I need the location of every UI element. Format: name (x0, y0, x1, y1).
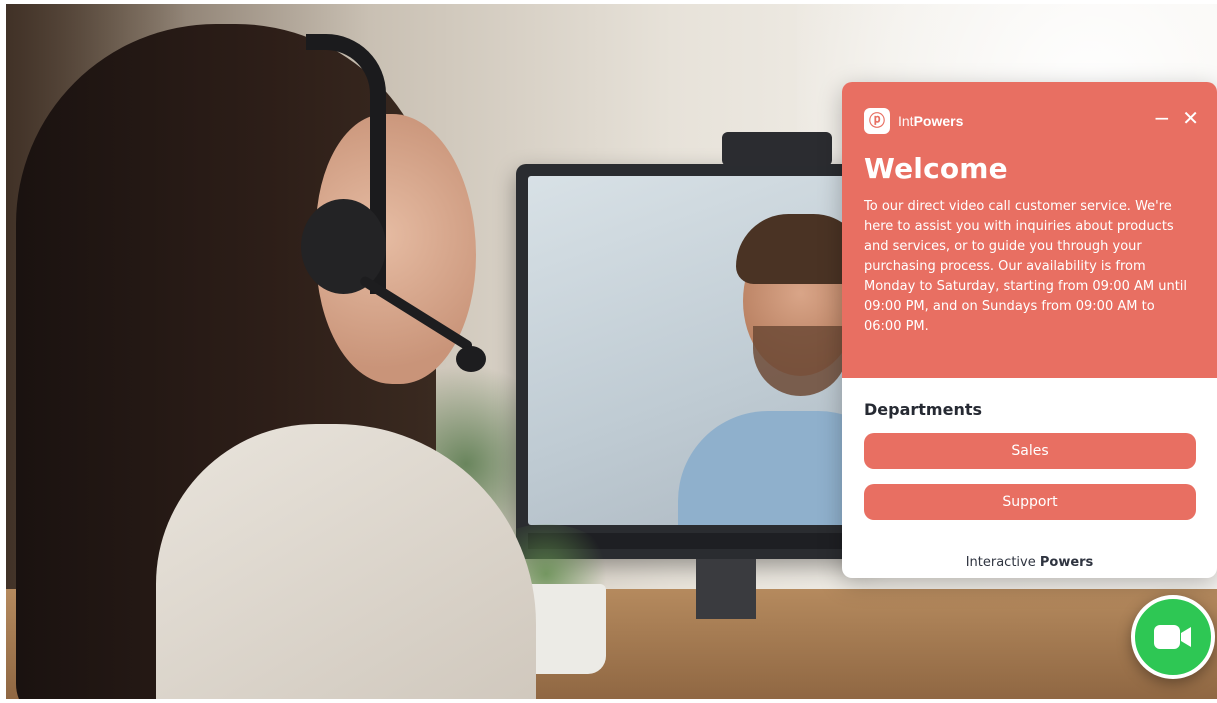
minimize-icon[interactable]: − (1153, 108, 1170, 128)
welcome-title: Welcome (864, 152, 1008, 185)
widget-body: Departments Sales Support (842, 378, 1217, 520)
man-beard (753, 326, 848, 396)
brand: ⓟ IntPowers (864, 106, 1196, 136)
video-camera-icon (1154, 625, 1191, 649)
headset-mic (456, 346, 486, 372)
support-button[interactable]: Support (864, 484, 1196, 520)
monitor-stand (696, 559, 756, 619)
widget-header: ⓟ IntPowers − ✕ Welcome To our direct vi… (842, 82, 1217, 378)
sales-button[interactable]: Sales (864, 433, 1196, 469)
welcome-text: To our direct video call customer servic… (864, 199, 1188, 334)
brand-name-light: Int (898, 113, 914, 129)
footer-prefix: Interactive (965, 555, 1040, 570)
webcam (722, 132, 832, 166)
brand-name: IntPowers (898, 113, 963, 129)
man-shirt (678, 411, 864, 525)
header-controls: − ✕ (1153, 108, 1199, 128)
video-call-button[interactable] (1131, 595, 1215, 679)
chat-widget: ⓟ IntPowers − ✕ Welcome To our direct vi… (842, 82, 1217, 578)
departments-title: Departments (864, 400, 983, 419)
computer-monitor (516, 164, 876, 559)
widget-footer: Interactive Powers (842, 555, 1217, 570)
footer-brand: Powers (1039, 555, 1094, 570)
close-icon[interactable]: ✕ (1182, 108, 1199, 128)
brand-logo-icon: ⓟ (864, 108, 890, 134)
brand-name-bold: Powers (913, 113, 964, 129)
monitor-screen (528, 176, 864, 525)
headset-earcup (301, 199, 386, 294)
